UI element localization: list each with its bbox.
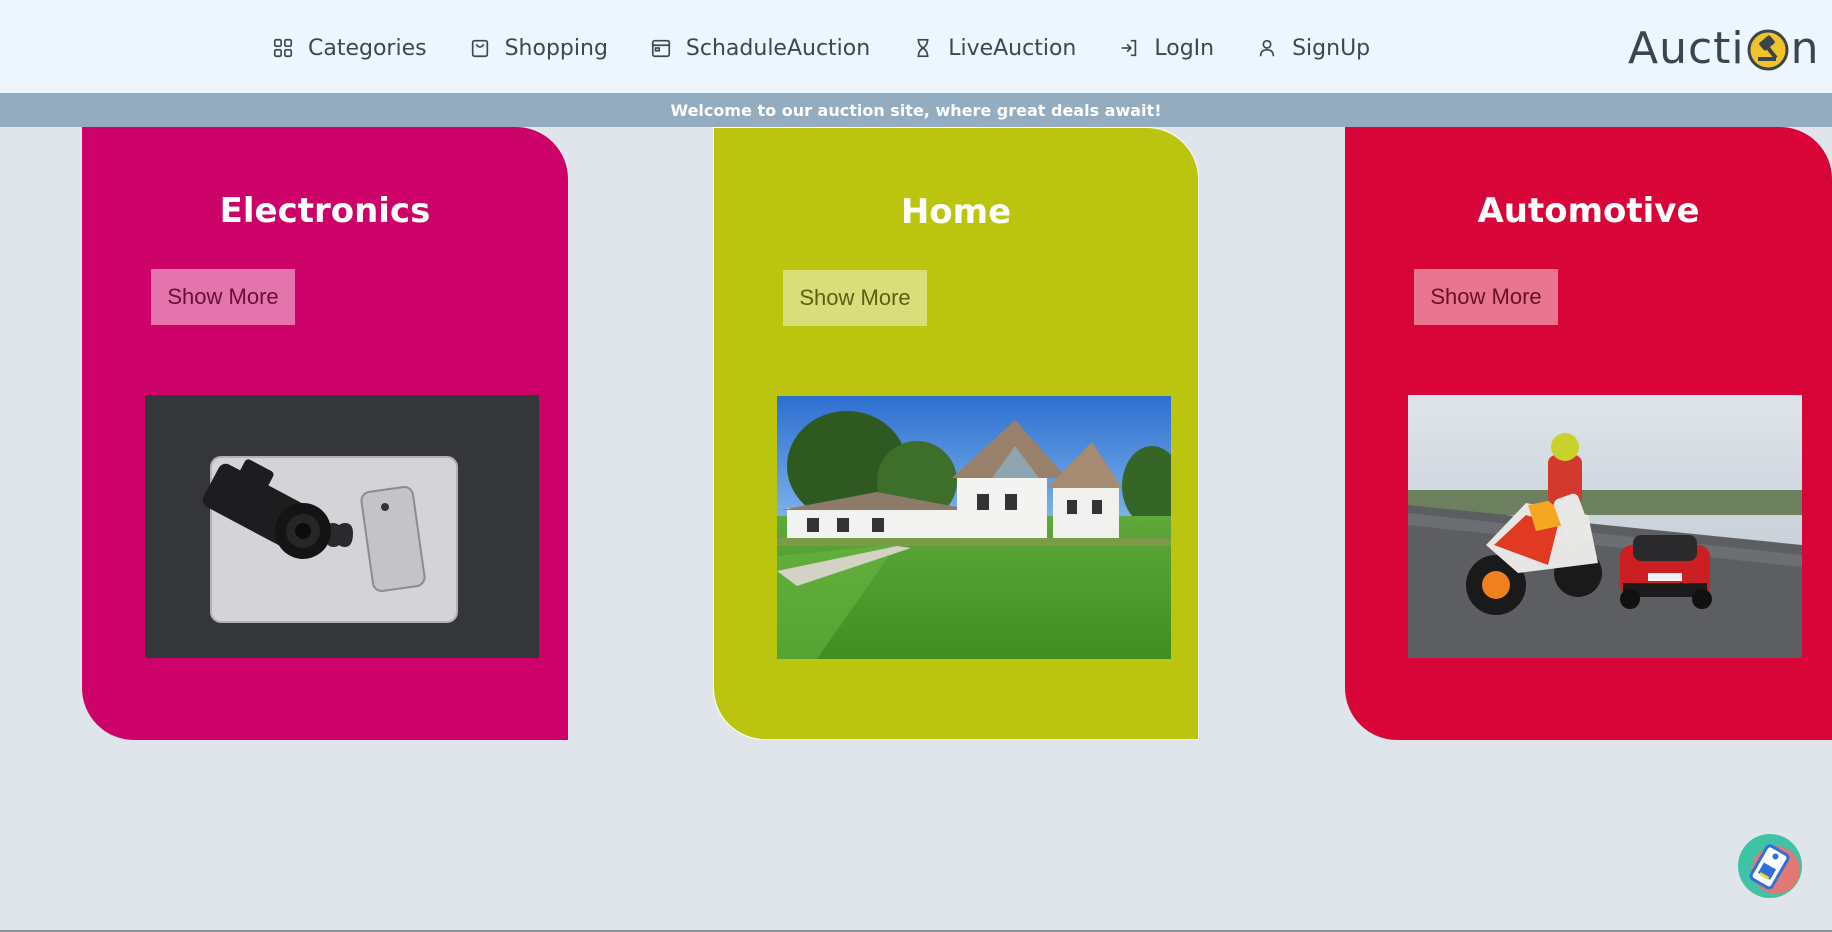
- gavel-icon: [1747, 29, 1789, 71]
- camera-laptop-phone-image: [145, 395, 539, 658]
- price-tag-icon: [1738, 834, 1802, 898]
- login-icon: [1122, 39, 1137, 57]
- nav-links: Categories Shopping SchaduleAuction Live…: [272, 30, 1412, 66]
- hourglass-icon: [917, 38, 929, 58]
- card-image-automotive[interactable]: [1408, 395, 1802, 658]
- welcome-text: Welcome to our auction site, where great…: [670, 100, 1162, 120]
- card-title: Automotive: [1477, 191, 1700, 231]
- nav-label-signup: SignUp: [1292, 35, 1371, 61]
- shopping-bag-icon: [471, 39, 488, 58]
- card-image-electronics[interactable]: [145, 395, 539, 658]
- calendar-icon: [651, 39, 670, 58]
- nav-item-shopping[interactable]: Shopping: [469, 30, 608, 66]
- show-more-button[interactable]: Show More: [1414, 269, 1558, 325]
- card-image-home[interactable]: [777, 396, 1171, 659]
- welcome-banner: Welcome to our auction site, where great…: [0, 93, 1832, 127]
- brand-text-start: Aucti: [1628, 22, 1745, 74]
- category-card-automotive: Automotive Show More: [1345, 127, 1832, 740]
- category-card-electronics: Electronics Show More: [82, 127, 568, 740]
- floating-tag-button[interactable]: [1736, 832, 1804, 900]
- card-title: Electronics: [219, 191, 431, 231]
- house-lawn-image: [777, 396, 1171, 659]
- user-icon: [1259, 39, 1275, 57]
- brand-logo[interactable]: Aucti n: [1628, 20, 1820, 76]
- show-more-button[interactable]: Show More: [151, 269, 295, 325]
- category-card-home: Home Show More: [713, 127, 1199, 740]
- nav-label-schedule-auction: SchaduleAuction: [685, 35, 871, 61]
- motorcycle-car-track-image: [1408, 395, 1802, 658]
- nav-item-signup[interactable]: SignUp: [1256, 30, 1370, 66]
- navbar: Categories Shopping SchaduleAuction Live…: [0, 0, 1832, 93]
- brand-text-end: n: [1790, 22, 1820, 74]
- show-more-button[interactable]: Show More: [783, 270, 927, 326]
- grid-icon: [273, 38, 293, 58]
- nav-label-live-auction: LiveAuction: [948, 35, 1077, 61]
- nav-label-categories: Categories: [308, 35, 427, 61]
- card-title: Home: [900, 192, 1012, 232]
- nav-item-schedule-auction[interactable]: SchaduleAuction: [650, 30, 870, 66]
- nav-label-login: LogIn: [1154, 35, 1215, 61]
- nav-label-shopping: Shopping: [504, 35, 608, 61]
- nav-item-categories[interactable]: Categories: [272, 30, 427, 66]
- nav-item-live-auction[interactable]: LiveAuction: [912, 30, 1076, 66]
- nav-item-login[interactable]: LogIn: [1118, 30, 1214, 66]
